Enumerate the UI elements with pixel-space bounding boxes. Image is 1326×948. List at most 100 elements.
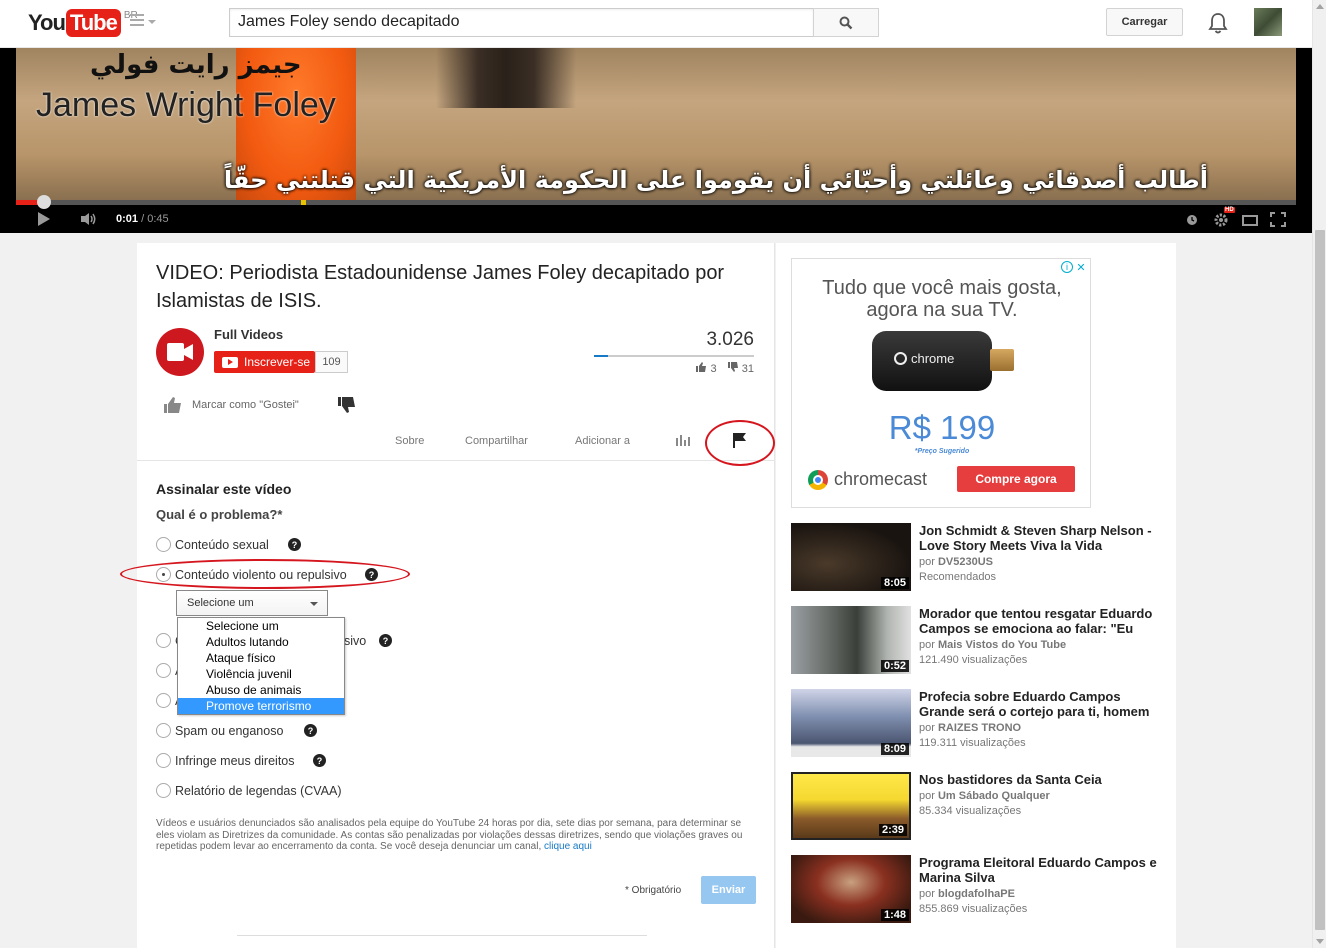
option-infringes-rights[interactable]: Infringe meus direitos ? bbox=[156, 753, 326, 768]
submit-report-button[interactable]: Enviar bbox=[701, 876, 756, 904]
youtube-logo[interactable]: You Tube BR bbox=[28, 8, 138, 38]
divider bbox=[237, 935, 647, 936]
report-channel-link[interactable]: clique aqui bbox=[544, 841, 592, 852]
video-camera-icon bbox=[167, 343, 193, 361]
notifications-bell-icon[interactable] bbox=[1208, 12, 1228, 34]
search-button[interactable] bbox=[813, 8, 879, 37]
guide-menu-icon[interactable] bbox=[130, 14, 156, 32]
channel-name[interactable]: Full Videos bbox=[214, 327, 283, 342]
radio-hidden-3[interactable] bbox=[156, 633, 171, 648]
video-title-link[interactable]: Profecia sobre Eduardo Campos Grande ser… bbox=[919, 689, 1164, 719]
recommended-video[interactable]: 8:09 Profecia sobre Eduardo Campos Grand… bbox=[791, 689, 1171, 759]
video-thumbnail[interactable]: 8:05 bbox=[791, 523, 911, 591]
radio-captions-report[interactable] bbox=[156, 783, 171, 798]
help-icon[interactable]: ? bbox=[313, 754, 326, 767]
video-thumbnail[interactable]: 0:52 bbox=[791, 606, 911, 674]
video-title-link[interactable]: Morador que tentou resgatar Eduardo Camp… bbox=[919, 606, 1164, 636]
violence-subcategory-select[interactable]: Selecione um bbox=[176, 590, 328, 616]
dropdown-item-highlighted[interactable]: Promove terrorismo bbox=[178, 698, 344, 714]
option-captions-report[interactable]: Relatório de legendas (CVAA) bbox=[156, 783, 342, 798]
dropdown-item[interactable]: Selecione um bbox=[178, 618, 344, 634]
video-extra-info: 121.490 visualizações bbox=[919, 654, 1028, 666]
video-duration: 8:05 bbox=[880, 577, 909, 589]
dropdown-item[interactable]: Violência juvenil bbox=[178, 666, 344, 682]
annotation-circle-flag bbox=[705, 420, 775, 466]
video-title-link[interactable]: Nos bastidores da Santa Ceia bbox=[919, 772, 1164, 787]
like-button[interactable]: Marcar como "Gostei" bbox=[164, 397, 299, 413]
search-input[interactable]: James Foley sendo decapitado bbox=[229, 8, 814, 37]
video-subtitle-arabic: أطالب أصدقائي وعائلتي وأحبّائي أن يقوموا… bbox=[223, 166, 1208, 194]
user-avatar[interactable] bbox=[1254, 8, 1282, 36]
thumbs-up-icon bbox=[164, 397, 181, 413]
required-note: * Obrigatório bbox=[625, 885, 682, 896]
scroll-up-arrow-icon[interactable] bbox=[1316, 4, 1324, 9]
option-spam[interactable]: Spam ou enganoso ? bbox=[156, 723, 317, 738]
dropdown-item[interactable]: Ataque físico bbox=[178, 650, 344, 666]
upload-button[interactable]: Carregar bbox=[1106, 8, 1183, 36]
ad-choices[interactable]: i ✕ bbox=[1061, 261, 1087, 274]
scroll-down-arrow-icon[interactable] bbox=[1316, 939, 1324, 944]
chromecast-ad[interactable]: i ✕ Tudo que você mais gosta, agora na s… bbox=[791, 258, 1091, 508]
radio-sexual-content[interactable] bbox=[156, 537, 171, 552]
video-extra-info: Recomendados bbox=[919, 571, 997, 583]
watch-later-icon[interactable] bbox=[1184, 211, 1200, 227]
recommended-video[interactable]: 8:05 Jon Schmidt & Steven Sharp Nelson -… bbox=[791, 523, 1171, 593]
ad-buy-now-button[interactable]: Compre agora bbox=[957, 466, 1075, 492]
youtube-play-icon bbox=[222, 356, 238, 368]
annotation-circle-violent bbox=[120, 559, 410, 589]
thumbs-down-icon bbox=[338, 397, 355, 413]
video-duration: 2:39 bbox=[878, 824, 907, 836]
dropdown-item[interactable]: Abuso de animais bbox=[178, 682, 344, 698]
dislike-count[interactable]: 31 bbox=[727, 362, 754, 375]
ad-close-icon[interactable]: ✕ bbox=[1075, 261, 1087, 274]
dropdown-item[interactable]: Adultos lutando bbox=[178, 634, 344, 650]
like-count[interactable]: 3 bbox=[696, 362, 717, 375]
video-thumbnail[interactable]: 2:39 bbox=[791, 772, 911, 840]
radio-spam[interactable] bbox=[156, 723, 171, 738]
help-icon[interactable]: ? bbox=[288, 538, 301, 551]
watch-main-card: VIDEO: Periodista Estadounidense James F… bbox=[120, 243, 775, 948]
theater-mode-icon[interactable] bbox=[1242, 211, 1258, 227]
help-icon[interactable]: ? bbox=[304, 724, 317, 737]
video-duration: 1:48 bbox=[880, 909, 909, 921]
scrollbar-thumb[interactable] bbox=[1315, 230, 1325, 930]
volume-icon[interactable] bbox=[80, 212, 98, 226]
dislike-button[interactable] bbox=[338, 397, 356, 416]
recommended-video[interactable]: 0:52 Morador que tentou resgatar Eduardo… bbox=[791, 606, 1171, 676]
play-icon[interactable] bbox=[38, 212, 50, 226]
video-thumbnail[interactable]: 8:09 bbox=[791, 689, 911, 757]
recommended-video[interactable]: 2:39 Nos bastidores da Santa Ceia por Um… bbox=[791, 772, 1171, 842]
chromecast-device-image: chrome bbox=[872, 331, 1014, 391]
help-icon[interactable]: ? bbox=[379, 634, 392, 647]
progress-ad-marker bbox=[301, 200, 306, 205]
fullscreen-icon[interactable] bbox=[1270, 211, 1286, 227]
subscribe-button[interactable]: Inscrever-se bbox=[214, 351, 315, 373]
action-tabs: Sobre Compartilhar Adicionar a bbox=[137, 431, 775, 461]
video-player[interactable]: جيمز رايت فولي James Wright Foley أطالب … bbox=[0, 48, 1312, 233]
progress-bar[interactable] bbox=[16, 195, 1296, 209]
tab-about[interactable]: Sobre bbox=[395, 435, 424, 447]
ad-price: R$ 199 bbox=[888, 409, 996, 446]
radio-hidden-5[interactable] bbox=[156, 693, 171, 708]
channel-avatar[interactable] bbox=[156, 328, 204, 376]
video-thumbnail[interactable]: 1:48 bbox=[791, 855, 911, 923]
ad-info-icon[interactable]: i bbox=[1061, 261, 1073, 273]
radio-infringes-rights[interactable] bbox=[156, 753, 171, 768]
video-title-link[interactable]: Jon Schmidt & Steven Sharp Nelson - Love… bbox=[919, 523, 1164, 553]
tab-stats[interactable] bbox=[676, 434, 690, 449]
player-controls: 0:01 / 0:45 HD bbox=[16, 206, 1296, 233]
tab-add-to[interactable]: Adicionar a bbox=[575, 435, 630, 447]
video-extra-info: 85.334 visualizações bbox=[919, 805, 1022, 817]
video-title-link[interactable]: Programa Eleitoral Eduardo Campos e Mari… bbox=[919, 855, 1164, 885]
settings-gear-icon[interactable] bbox=[1213, 211, 1229, 227]
video-title: VIDEO: Periodista Estadounidense James F… bbox=[156, 262, 725, 312]
video-frame[interactable]: جيمز رايت فولي James Wright Foley أطالب … bbox=[16, 48, 1296, 200]
tab-share[interactable]: Compartilhar bbox=[465, 435, 528, 447]
violence-subcategory-dropdown[interactable]: Selecione um Adultos lutando Ataque físi… bbox=[177, 617, 345, 715]
thumbs-down-icon bbox=[727, 362, 738, 372]
like-dislike-bar bbox=[594, 355, 754, 357]
recommended-video[interactable]: 1:48 Programa Eleitoral Eduardo Campos e… bbox=[791, 855, 1171, 925]
page-scrollbar[interactable] bbox=[1312, 0, 1326, 948]
option-sexual-content[interactable]: Conteúdo sexual ? bbox=[156, 537, 301, 552]
radio-hidden-4[interactable] bbox=[156, 663, 171, 678]
